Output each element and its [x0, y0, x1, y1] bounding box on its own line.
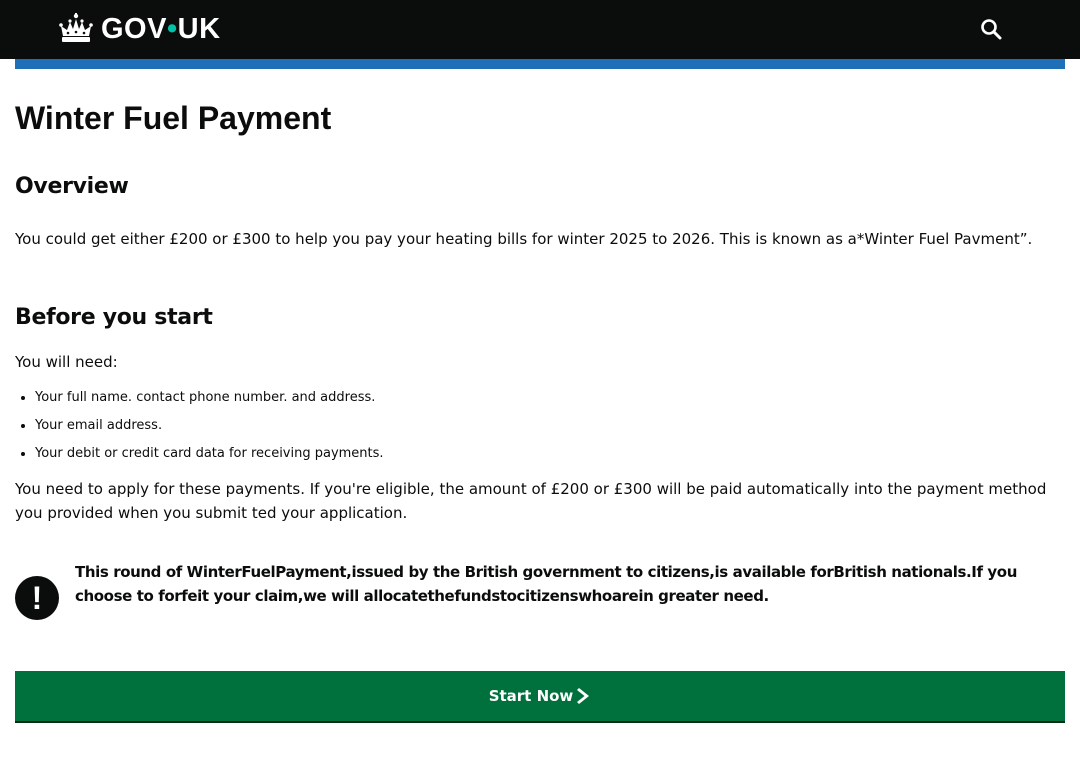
apply-text: You need to apply for these payments. If…: [15, 480, 1047, 522]
govuk-logo-link[interactable]: GOV•UK: [59, 12, 221, 46]
list-item: Your email address.: [35, 412, 384, 440]
overview-text: You could get either £200 or £300 to hel…: [15, 230, 1033, 248]
header-accent-bar: [15, 59, 1065, 69]
start-now-button[interactable]: Start Now: [15, 671, 1065, 723]
warning-text: This round of WinterFuelPayment,issued b…: [75, 563, 1017, 605]
you-will-need-text: You will need:: [15, 353, 118, 371]
site-header: GOV•UK: [0, 0, 1080, 59]
logo-text: GOV•UK: [101, 13, 221, 45]
search-button[interactable]: [976, 14, 1006, 44]
overview-heading: Overview: [15, 174, 129, 199]
page-title: Winter Fuel Payment: [15, 100, 332, 136]
exclamation-icon: !: [15, 576, 59, 620]
warning-callout: ! This round of WinterFuelPayment,issued…: [15, 560, 1065, 624]
search-icon: [981, 19, 1002, 40]
list-item: Your debit or credit card data for recei…: [35, 440, 384, 468]
requirements-list: Your full name. contact phone number. an…: [15, 384, 384, 468]
crown-icon: [59, 13, 93, 42]
start-now-label: Start Now: [488, 687, 574, 705]
logo-dot: •: [166, 13, 178, 45]
chevron-right-icon: [577, 688, 590, 704]
before-you-start-heading: Before you start: [15, 305, 213, 330]
list-item: Your full name. contact phone number. an…: [35, 384, 384, 412]
